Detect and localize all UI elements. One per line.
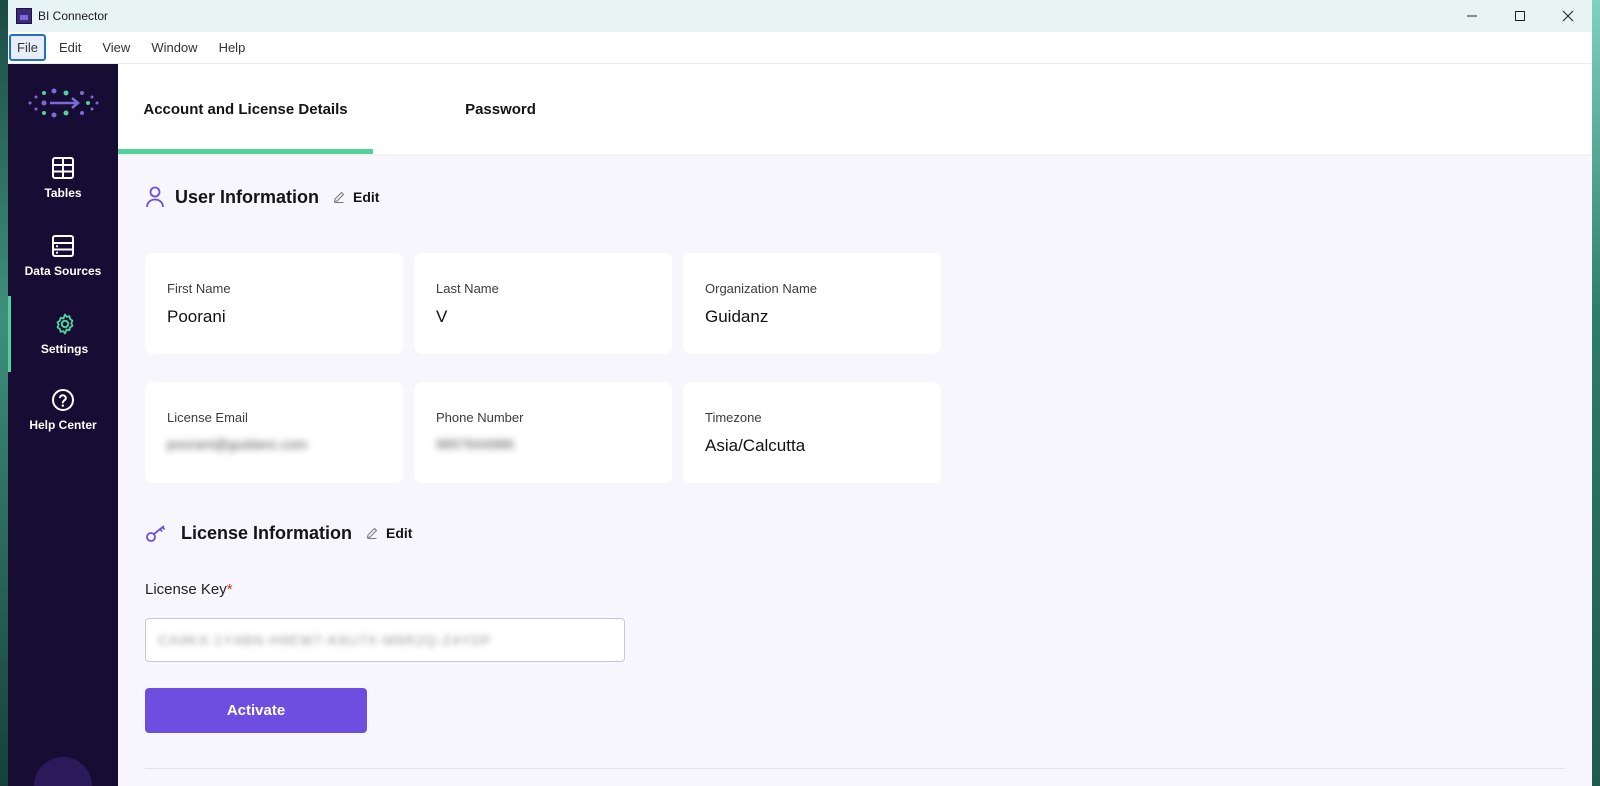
tab-password[interactable]: Password <box>373 64 628 154</box>
license-email-card: License Email poorani@guidanz.com <box>145 382 403 483</box>
avatar[interactable] <box>34 757 92 786</box>
organization-name-card: Organization Name Guidanz <box>683 253 941 354</box>
sidebar-item-label: Help Center <box>29 418 97 432</box>
sidebar: Tables Data Sources Settings Help Center <box>8 64 118 786</box>
last-name-label: Last Name <box>436 281 499 296</box>
user-icon <box>146 186 164 208</box>
app-icon <box>16 8 32 24</box>
app-window: BI Connector File Edit View Window Help <box>8 0 1592 786</box>
bi-connector-logo-icon <box>28 88 99 118</box>
license-key-input[interactable]: CA9KX-1Y4BN-H9EW7-K6U7X-M8R2Q-Z4YDF <box>145 618 625 662</box>
sidebar-item-data-sources[interactable]: Data Sources <box>8 234 118 278</box>
activate-button[interactable]: Activate <box>145 688 367 733</box>
data-sources-icon <box>52 235 74 257</box>
user-info-title: User Information <box>175 186 320 207</box>
pencil-icon <box>366 527 378 539</box>
tab-bar: Account and License Details Password <box>118 64 1592 154</box>
main-content: Account and License Details Password Use… <box>118 64 1592 786</box>
license-info-title: License Information <box>181 522 353 543</box>
menu-window[interactable]: Window <box>143 34 205 61</box>
first-name-value: Poorani <box>167 307 226 326</box>
window-controls <box>1448 0 1592 32</box>
close-icon <box>1562 10 1574 22</box>
sidebar-item-label: Settings <box>40 342 89 356</box>
desktop-background-right <box>1592 0 1600 786</box>
menu-edit[interactable]: Edit <box>51 34 89 61</box>
maximize-icon <box>1515 11 1525 21</box>
menu-help[interactable]: Help <box>211 34 254 61</box>
sidebar-item-label: Tables <box>44 186 82 200</box>
organization-name-label: Organization Name <box>705 281 817 296</box>
first-name-card: First Name Poorani <box>145 253 403 354</box>
last-name-card: Last Name V <box>414 253 672 354</box>
tab-account-license[interactable]: Account and License Details <box>118 64 373 154</box>
user-info-edit-button[interactable]: Edit <box>333 189 379 205</box>
license-info-edit-button[interactable]: Edit <box>366 525 412 541</box>
divider <box>145 768 1565 769</box>
user-info-header: User Information Edit <box>145 186 379 208</box>
sidebar-item-label: Data Sources <box>24 264 102 278</box>
license-key-label: License Key* <box>145 581 233 598</box>
gear-icon <box>56 313 73 335</box>
timezone-card: Timezone Asia/Calcutta <box>683 382 941 483</box>
phone-number-label: Phone Number <box>436 410 524 425</box>
window-title: BI Connector <box>38 9 109 23</box>
maximize-button[interactable] <box>1496 0 1544 32</box>
timezone-label: Timezone <box>705 410 762 425</box>
question-icon <box>52 389 74 411</box>
menu-bar: File Edit View Window Help <box>8 32 1592 64</box>
key-icon <box>146 525 166 542</box>
license-email-value: poorani@guidanz.com <box>167 436 308 452</box>
required-asterisk: * <box>226 581 233 598</box>
timezone-value: Asia/Calcutta <box>705 436 806 455</box>
edit-label: Edit <box>353 189 380 205</box>
license-info-header: License Information Edit <box>145 522 412 544</box>
organization-name-value: Guidanz <box>705 307 769 326</box>
title-bar: BI Connector <box>8 0 1592 32</box>
license-email-label: License Email <box>167 410 248 425</box>
phone-number-card: Phone Number 9857644986 <box>414 382 672 483</box>
desktop-background-left <box>0 0 8 786</box>
sidebar-item-tables[interactable]: Tables <box>8 156 118 200</box>
last-name-value: V <box>436 307 448 326</box>
edit-label: Edit <box>386 525 413 541</box>
minimize-icon <box>1467 15 1477 17</box>
minimize-button[interactable] <box>1448 0 1496 32</box>
sidebar-item-settings[interactable]: Settings <box>8 296 118 372</box>
license-key-label-text: License Key <box>145 581 227 598</box>
close-button[interactable] <box>1544 0 1592 32</box>
pencil-icon <box>333 191 345 203</box>
first-name-label: First Name <box>167 281 231 296</box>
menu-view[interactable]: View <box>94 34 138 61</box>
license-key-value: CA9KX-1Y4BN-H9EW7-K6U7X-M8R2Q-Z4YDF <box>158 632 492 648</box>
sidebar-item-help-center[interactable]: Help Center <box>8 388 118 432</box>
menu-file[interactable]: File <box>9 34 46 61</box>
phone-number-value: 9857644986 <box>436 436 514 452</box>
table-grid-icon <box>52 157 74 179</box>
